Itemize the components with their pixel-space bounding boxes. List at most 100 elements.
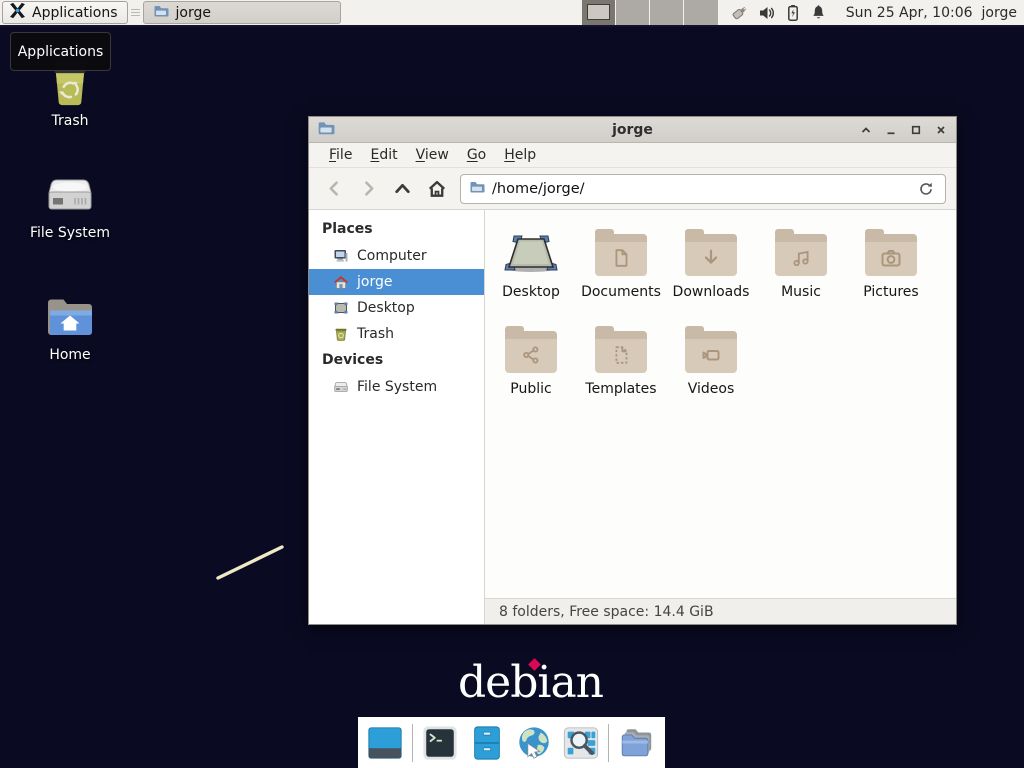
location-input[interactable] xyxy=(492,181,908,197)
location-bar[interactable] xyxy=(460,174,946,204)
file-folder-music[interactable]: Music xyxy=(756,224,846,300)
close-icon[interactable] xyxy=(934,123,948,137)
panel-grip-handle[interactable] xyxy=(131,5,140,21)
sidebar-item-label: Trash xyxy=(357,326,394,342)
folder-icon xyxy=(153,3,169,23)
application-finder-icon[interactable] xyxy=(561,723,601,763)
volume-icon[interactable] xyxy=(758,4,776,22)
sidebar-item-label: Desktop xyxy=(357,300,415,316)
panel-clock[interactable]: Sun 25 Apr, 10:06 xyxy=(837,5,982,21)
file-folder-public[interactable]: Public xyxy=(486,321,576,397)
desktop-icon xyxy=(501,224,561,276)
back-icon[interactable] xyxy=(319,174,350,204)
menubar: File Edit View Go Help xyxy=(309,143,956,168)
tooltip-text: Applications xyxy=(18,44,104,60)
home-icon xyxy=(333,274,349,290)
minimize-icon[interactable] xyxy=(884,123,898,137)
file-label: Downloads xyxy=(673,284,750,300)
file-folder-videos[interactable]: Videos xyxy=(666,321,756,397)
file-icon-view[interactable]: Desktop Documents Downloads xyxy=(485,210,956,598)
file-manager-window: jorge File Edit View Go Help xyxy=(308,116,957,625)
file-folder-pictures[interactable]: Pictures xyxy=(846,224,936,300)
file-folder-documents[interactable]: Documents xyxy=(576,224,666,300)
sidebar-item-label: File System xyxy=(357,379,437,395)
wallpaper-swirl-stroke xyxy=(212,540,288,584)
desktop-icon-label: Trash xyxy=(52,113,89,129)
applications-tooltip: Applications xyxy=(10,32,111,71)
workspace-1[interactable] xyxy=(582,0,616,25)
folder-videos-icon xyxy=(685,331,737,373)
dock-separator xyxy=(608,724,609,762)
applications-menu-label: Applications xyxy=(32,5,118,21)
sidebar-item-jorge[interactable]: jorge xyxy=(309,269,484,295)
desktop-icon xyxy=(333,300,349,316)
taskbar-window-button[interactable]: jorge xyxy=(143,1,341,24)
folder-templates-icon xyxy=(595,331,647,373)
system-tray xyxy=(718,4,837,22)
home-icon[interactable] xyxy=(421,174,452,204)
workspace-2[interactable] xyxy=(616,0,650,25)
maximize-icon[interactable] xyxy=(909,123,923,137)
shade-icon[interactable] xyxy=(859,123,873,137)
sidebar-item-desktop[interactable]: Desktop xyxy=(309,295,484,321)
taskbar-window-label: jorge xyxy=(176,5,211,21)
file-label: Desktop xyxy=(502,284,560,300)
file-label: Videos xyxy=(688,381,735,397)
panel-right-group: Sun 25 Apr, 10:06 jorge xyxy=(582,0,1024,25)
menu-file[interactable]: File xyxy=(320,143,361,168)
harddrive-icon xyxy=(43,164,97,220)
window-titlebar[interactable]: jorge xyxy=(309,117,956,143)
trash-icon xyxy=(333,326,349,342)
network-icon[interactable] xyxy=(730,4,749,22)
sidebar-item-computer[interactable]: Computer xyxy=(309,243,484,269)
terminal-icon[interactable] xyxy=(420,723,460,763)
window-body: Places Computer jorge Desktop Trash Devi… xyxy=(309,210,956,624)
desktop-icon-home[interactable]: Home xyxy=(14,286,126,363)
file-label: Documents xyxy=(581,284,661,300)
workspace-4[interactable] xyxy=(684,0,718,25)
workspace-window-thumb xyxy=(587,4,610,20)
panel-username[interactable]: jorge xyxy=(982,5,1024,21)
home-folder-icon xyxy=(43,286,97,342)
workspace-switcher xyxy=(582,0,718,25)
folder-documents-icon xyxy=(595,234,647,276)
folder-downloads-icon xyxy=(685,234,737,276)
file-label: Public xyxy=(510,381,551,397)
sidebar-header-places: Places xyxy=(309,216,484,243)
web-browser-icon[interactable] xyxy=(514,723,554,763)
menu-edit[interactable]: Edit xyxy=(361,143,406,168)
forward-icon[interactable] xyxy=(353,174,384,204)
xfce-logo-icon xyxy=(9,2,26,23)
up-icon[interactable] xyxy=(387,174,418,204)
applications-menu-button[interactable]: Applications xyxy=(2,1,128,24)
top-panel: Applications jorge xyxy=(0,0,1024,27)
notifications-bell-icon[interactable] xyxy=(810,4,827,22)
folder-pictures-icon xyxy=(865,234,917,276)
window-controls xyxy=(859,123,948,137)
file-manager-icon[interactable] xyxy=(467,723,507,763)
sidebar: Places Computer jorge Desktop Trash Devi… xyxy=(309,210,485,624)
sidebar-item-trash[interactable]: Trash xyxy=(309,321,484,347)
desktop-icon-file-system[interactable]: File System xyxy=(14,164,126,241)
battery-charging-icon[interactable] xyxy=(785,4,801,22)
sidebar-item-file-system[interactable]: File System xyxy=(309,374,484,400)
menu-view[interactable]: View xyxy=(407,143,458,168)
bottom-dock-panel xyxy=(358,717,665,768)
file-folder-downloads[interactable]: Downloads xyxy=(666,224,756,300)
directory-menu-icon[interactable] xyxy=(616,723,656,763)
desktop-icon-label: File System xyxy=(30,225,110,241)
computer-icon xyxy=(333,248,349,264)
menu-help[interactable]: Help xyxy=(495,143,545,168)
file-label: Templates xyxy=(585,381,656,397)
statusbar-text: 8 folders, Free space: 14.4 GiB xyxy=(499,604,714,620)
menu-go[interactable]: Go xyxy=(458,143,495,168)
harddrive-icon xyxy=(333,379,349,395)
file-folder-templates[interactable]: Templates xyxy=(576,321,666,397)
reload-icon[interactable] xyxy=(915,178,937,200)
show-desktop-icon[interactable] xyxy=(365,723,405,763)
workspace-3[interactable] xyxy=(650,0,684,25)
statusbar: 8 folders, Free space: 14.4 GiB xyxy=(485,598,956,624)
folder-icon xyxy=(469,179,485,199)
file-folder-desktop[interactable]: Desktop xyxy=(486,224,576,300)
folder-public-icon xyxy=(505,331,557,373)
